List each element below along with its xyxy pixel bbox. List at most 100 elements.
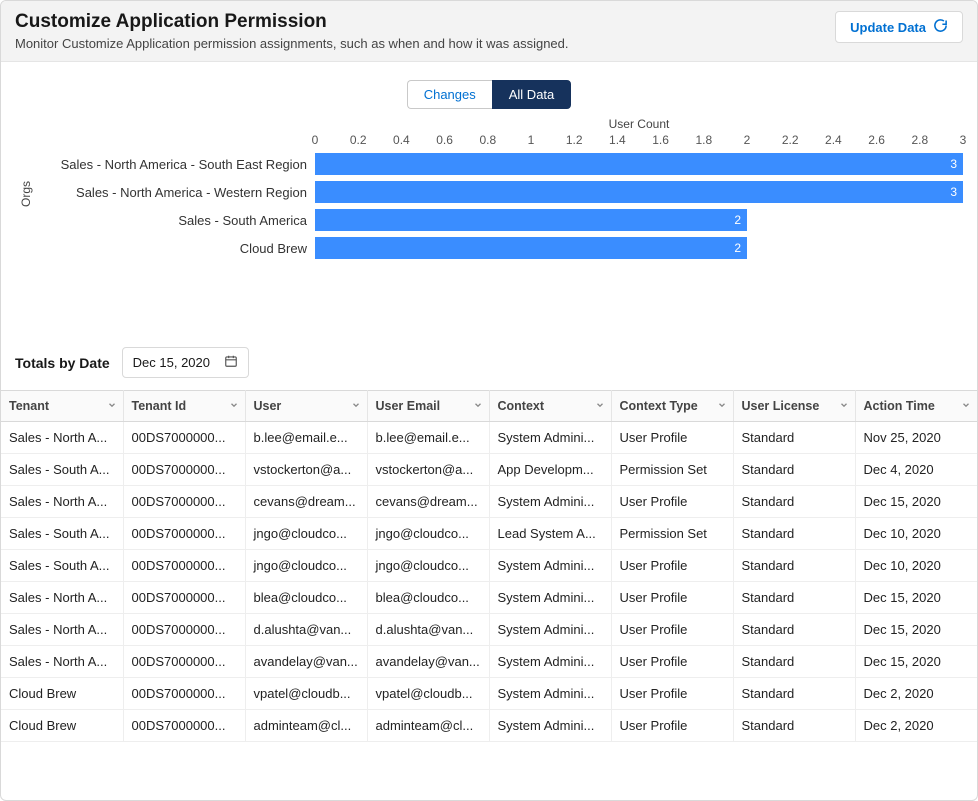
- bar-row: Sales - North America - Western Region3: [15, 179, 963, 205]
- table-row[interactable]: Cloud Brew00DS7000000...adminteam@cl...a…: [1, 710, 977, 742]
- cell-ctype: Permission Set: [611, 454, 733, 486]
- cell-time: Dec 10, 2020: [855, 550, 977, 582]
- page-header: Customize Application Permission Monitor…: [1, 1, 977, 62]
- x-tick: 2.2: [782, 133, 799, 147]
- column-header[interactable]: Context Type: [611, 391, 733, 422]
- cell-license: Standard: [733, 454, 855, 486]
- page-subtitle: Monitor Customize Application permission…: [15, 36, 569, 51]
- chevron-down-icon: [839, 399, 849, 413]
- table-row[interactable]: Sales - South A...00DS7000000...jngo@clo…: [1, 518, 977, 550]
- cell-user: vpatel@cloudb...: [245, 678, 367, 710]
- table-row[interactable]: Sales - North A...00DS7000000...blea@clo…: [1, 582, 977, 614]
- cell-email: cevans@dream...: [367, 486, 489, 518]
- cell-license: Standard: [733, 486, 855, 518]
- cell-context: System Admini...: [489, 646, 611, 678]
- cell-context: System Admini...: [489, 614, 611, 646]
- chart-y-title: Orgs: [19, 181, 33, 207]
- chart-x-axis: 00.20.40.60.811.21.41.61.822.22.42.62.83: [315, 133, 963, 151]
- bar-fill[interactable]: 3: [315, 153, 963, 175]
- cell-ctype: User Profile: [611, 486, 733, 518]
- column-header[interactable]: User: [245, 391, 367, 422]
- cell-tenant: Sales - North A...: [1, 646, 123, 678]
- column-header[interactable]: Tenant Id: [123, 391, 245, 422]
- cell-tenant_id: 00DS7000000...: [123, 646, 245, 678]
- cell-time: Dec 15, 2020: [855, 614, 977, 646]
- cell-tenant: Sales - North A...: [1, 582, 123, 614]
- cell-license: Standard: [733, 646, 855, 678]
- table-row[interactable]: Sales - North A...00DS7000000... avandela…: [1, 646, 977, 678]
- table-row[interactable]: Cloud Brew00DS7000000...vpatel@cloudb...…: [1, 678, 977, 710]
- cell-time: Dec 15, 2020: [855, 486, 977, 518]
- column-header[interactable]: Action Time: [855, 391, 977, 422]
- column-header[interactable]: Context: [489, 391, 611, 422]
- cell-time: Dec 10, 2020: [855, 518, 977, 550]
- cell-ctype: User Profile: [611, 710, 733, 742]
- cell-tenant: Sales - North A...: [1, 422, 123, 454]
- tab-changes[interactable]: Changes: [407, 80, 492, 109]
- cell-email: vstockerton@a...: [367, 454, 489, 486]
- cell-tenant_id: 00DS7000000...: [123, 710, 245, 742]
- cell-ctype: User Profile: [611, 646, 733, 678]
- cell-user: adminteam@cl...: [245, 710, 367, 742]
- cell-license: Standard: [733, 582, 855, 614]
- bar-fill[interactable]: 3: [315, 181, 963, 203]
- column-header[interactable]: User License: [733, 391, 855, 422]
- bar-fill[interactable]: 2: [315, 237, 747, 259]
- x-tick: 0.6: [436, 133, 453, 147]
- x-tick: 1.2: [566, 133, 583, 147]
- cell-ctype: User Profile: [611, 422, 733, 454]
- cell-tenant: Sales - South A...: [1, 550, 123, 582]
- date-picker[interactable]: Dec 15, 2020: [122, 347, 249, 378]
- cell-time: Dec 4, 2020: [855, 454, 977, 486]
- table-row[interactable]: Sales - North A...00DS7000000...d.alusht…: [1, 614, 977, 646]
- cell-user: jngo@cloudco...: [245, 550, 367, 582]
- cell-time: Nov 25, 2020: [855, 422, 977, 454]
- calendar-icon: [224, 354, 238, 371]
- update-data-label: Update Data: [850, 20, 926, 35]
- cell-tenant: Sales - North A...: [1, 614, 123, 646]
- cell-ctype: User Profile: [611, 582, 733, 614]
- table-row[interactable]: Sales - South A...00DS7000000...jngo@clo…: [1, 550, 977, 582]
- bar-row: Sales - North America - South East Regio…: [15, 151, 963, 177]
- update-data-button[interactable]: Update Data: [835, 11, 963, 43]
- cell-tenant_id: 00DS7000000...: [123, 614, 245, 646]
- x-tick: 2.4: [825, 133, 842, 147]
- cell-license: Standard: [733, 518, 855, 550]
- cell-user: blea@cloudco...: [245, 582, 367, 614]
- cell-email: vpatel@cloudb...: [367, 678, 489, 710]
- table-row[interactable]: Sales - North A...00DS7000000...cevans@d…: [1, 486, 977, 518]
- cell-tenant: Cloud Brew: [1, 678, 123, 710]
- bar-fill[interactable]: 2: [315, 209, 747, 231]
- column-header[interactable]: Tenant: [1, 391, 123, 422]
- x-tick: 1.4: [609, 133, 626, 147]
- cell-context: App Developm...: [489, 454, 611, 486]
- cell-tenant_id: 00DS7000000...: [123, 582, 245, 614]
- cell-license: Standard: [733, 422, 855, 454]
- x-tick: 0.8: [479, 133, 496, 147]
- table-row[interactable]: Sales - South A...00DS7000000...vstocker…: [1, 454, 977, 486]
- cell-tenant_id: 00DS7000000...: [123, 678, 245, 710]
- refresh-icon: [933, 18, 948, 36]
- chart-x-title: User Count: [315, 117, 963, 131]
- column-header[interactable]: User Email: [367, 391, 489, 422]
- cell-time: Dec 15, 2020: [855, 646, 977, 678]
- page-title: Customize Application Permission: [15, 11, 569, 33]
- cell-context: System Admini...: [489, 710, 611, 742]
- table-row[interactable]: Sales - North A...00DS7000000...b.lee@em…: [1, 422, 977, 454]
- cell-email: avandelay@van...: [367, 646, 489, 678]
- cell-user: d.alushta@van...: [245, 614, 367, 646]
- cell-ctype: User Profile: [611, 550, 733, 582]
- org-chart: User Count Orgs 00.20.40.60.811.21.41.61…: [15, 117, 963, 317]
- chevron-down-icon: [229, 399, 239, 413]
- bar-row: Sales - South America2: [15, 207, 963, 233]
- cell-tenant_id: 00DS7000000...: [123, 486, 245, 518]
- cell-ctype: User Profile: [611, 614, 733, 646]
- cell-context: System Admini...: [489, 678, 611, 710]
- cell-time: Dec 2, 2020: [855, 710, 977, 742]
- tab-all-data[interactable]: All Data: [492, 80, 572, 109]
- cell-user: jngo@cloudco...: [245, 518, 367, 550]
- cell-ctype: User Profile: [611, 678, 733, 710]
- cell-license: Standard: [733, 550, 855, 582]
- x-tick: 0.4: [393, 133, 410, 147]
- x-tick: 0: [312, 133, 319, 147]
